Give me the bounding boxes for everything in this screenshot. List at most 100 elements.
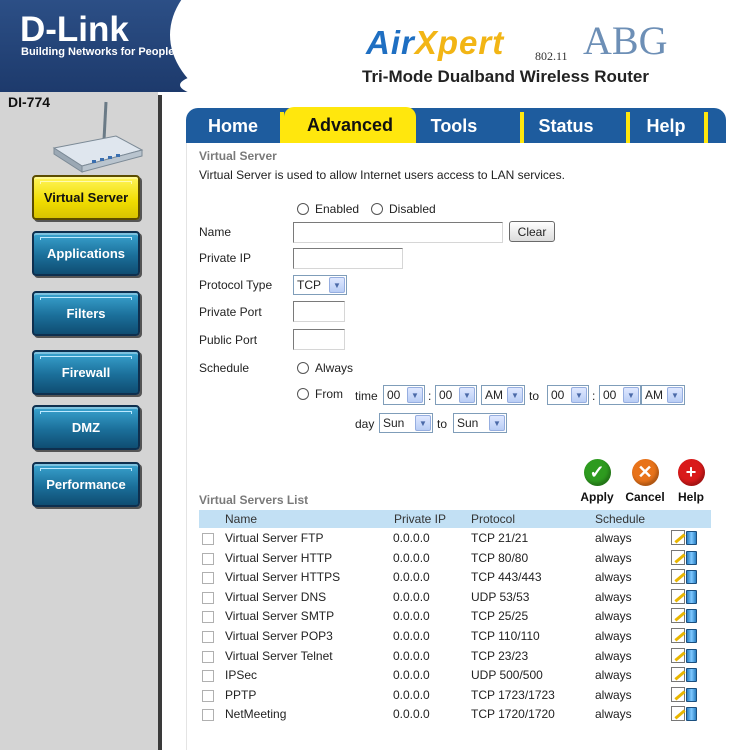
row-ip: 0.0.0.0 — [393, 648, 430, 663]
edit-icon[interactable] — [671, 569, 685, 585]
apply-label: Apply — [580, 490, 614, 504]
row-name: PPTP — [225, 687, 257, 702]
trash-icon[interactable] — [686, 570, 697, 585]
time-colon: : — [428, 389, 432, 403]
day-from-value: Sun — [383, 416, 405, 430]
protocol-type-select[interactable]: TCP ▼ — [293, 275, 347, 295]
trash-icon[interactable] — [686, 531, 697, 545]
to-minute-select[interactable]: 00 ▼ — [599, 385, 641, 405]
help-label: Help — [677, 490, 704, 504]
edit-icon[interactable] — [671, 549, 685, 565]
product-tagline: Tri-Mode Dualband Wireless Router — [362, 67, 649, 86]
row-protocol: TCP 110/110 — [471, 629, 540, 643]
row-actions — [671, 706, 699, 722]
row-protocol: TCP 443/443 — [471, 570, 542, 585]
tab-help[interactable]: Help — [630, 110, 702, 143]
edit-icon[interactable] — [671, 628, 685, 643]
tab-tools[interactable]: Tools — [416, 110, 492, 143]
abg-logo: ABG — [583, 18, 668, 63]
trash-icon[interactable] — [686, 687, 697, 702]
row-checkbox[interactable] — [202, 552, 214, 565]
row-ip: 0.0.0.0 — [393, 570, 430, 585]
from-minute-select[interactable]: 00 ▼ — [435, 385, 477, 405]
edit-icon[interactable] — [671, 588, 685, 604]
help-button[interactable]: + Help — [665, 459, 717, 504]
table-row: PPTP 0.0.0.0 TCP 1723/1723 always — [199, 686, 711, 706]
sidebar-item-firewall[interactable]: Firewall — [32, 350, 140, 395]
row-checkbox[interactable] — [202, 533, 214, 545]
tab-separator — [704, 112, 708, 143]
row-protocol: TCP 23/23 — [471, 648, 529, 663]
row-checkbox[interactable] — [202, 572, 214, 585]
row-ip: 0.0.0.0 — [393, 531, 430, 545]
protocol-type-label: Protocol Type — [199, 278, 273, 292]
sidebar-item-filters[interactable]: Filters — [32, 291, 140, 336]
day-from-select[interactable]: Sun ▼ — [379, 413, 433, 433]
row-checkbox[interactable] — [202, 650, 214, 663]
from-hour-select[interactable]: 00 ▼ — [383, 385, 425, 405]
list-header: Name Private IP Protocol Schedule — [199, 510, 711, 528]
sidebar-item-dmz[interactable]: DMZ — [32, 405, 140, 450]
schedule-always-radio[interactable] — [297, 362, 309, 374]
trash-icon[interactable] — [686, 589, 697, 604]
enabled-radio[interactable] — [297, 203, 309, 215]
sidebar-item-performance[interactable]: Performance — [32, 462, 140, 507]
edit-icon[interactable] — [671, 608, 685, 624]
main-tabs: Home Advanced Tools Status Help — [186, 107, 726, 143]
airxpert-logo: AirXpert — [366, 24, 504, 62]
row-checkbox[interactable] — [202, 670, 214, 683]
sidebar-item-applications[interactable]: Applications — [32, 231, 140, 276]
private-port-input[interactable] — [293, 301, 345, 322]
to-ampm-select[interactable]: AM ▼ — [641, 385, 685, 405]
edit-icon[interactable] — [671, 667, 685, 683]
tab-status[interactable]: Status — [524, 110, 608, 143]
row-checkbox[interactable] — [202, 709, 214, 722]
trash-icon[interactable] — [686, 550, 697, 565]
sidebar-item-virtual-server[interactable]: Virtual Server — [32, 175, 140, 220]
chevron-down-icon: ▼ — [407, 387, 423, 403]
name-input[interactable] — [293, 222, 503, 243]
trash-icon[interactable] — [686, 707, 697, 722]
table-row: Virtual Server DNS 0.0.0.0 UDP 53/53 alw… — [199, 588, 711, 608]
edit-icon[interactable] — [671, 530, 685, 545]
public-port-input[interactable] — [293, 329, 345, 350]
tab-home[interactable]: Home — [186, 110, 280, 143]
row-actions — [671, 569, 699, 585]
row-schedule: always — [595, 629, 632, 643]
name-label: Name — [199, 225, 232, 239]
to-hour-select[interactable]: 00 ▼ — [547, 385, 589, 405]
row-checkbox[interactable] — [202, 689, 214, 702]
cancel-button[interactable]: ✕ Cancel — [619, 459, 671, 504]
disabled-radio[interactable] — [371, 203, 383, 215]
row-ip: 0.0.0.0 — [393, 687, 430, 702]
row-schedule: always — [595, 707, 632, 722]
row-checkbox[interactable] — [202, 631, 214, 643]
schedule-label: Schedule — [199, 361, 250, 375]
trash-icon[interactable] — [686, 668, 697, 683]
day-to-select[interactable]: Sun ▼ — [453, 413, 507, 433]
row-ip: 0.0.0.0 — [393, 707, 430, 722]
edit-icon[interactable] — [671, 686, 685, 702]
row-ip: 0.0.0.0 — [393, 550, 430, 565]
row-protocol: TCP 1720/1720 — [471, 707, 555, 722]
table-row: NetMeeting 0.0.0.0 TCP 1720/1720 always — [199, 705, 711, 725]
schedule-from-radio[interactable] — [297, 388, 309, 400]
from-ampm-select[interactable]: AM ▼ — [481, 385, 525, 405]
enabled-label: Enabled — [315, 202, 360, 216]
sidebar-divider — [158, 95, 162, 750]
clear-button[interactable]: Clear — [509, 221, 555, 242]
schedule-from-label: From — [315, 387, 343, 401]
private-ip-input[interactable] — [293, 248, 403, 269]
tab-advanced[interactable]: Advanced — [284, 107, 416, 143]
apply-button[interactable]: ✓ Apply — [571, 459, 623, 504]
trash-icon[interactable] — [686, 648, 697, 663]
edit-icon[interactable] — [671, 647, 685, 663]
row-checkbox[interactable] — [202, 591, 214, 604]
trash-icon[interactable] — [686, 609, 697, 624]
edit-icon[interactable] — [671, 706, 685, 722]
trash-icon[interactable] — [686, 629, 697, 643]
protocol-type-value: TCP — [297, 278, 321, 292]
row-protocol: TCP 80/80 — [471, 550, 529, 565]
to-ampm-value: AM — [645, 388, 663, 402]
row-checkbox[interactable] — [202, 611, 214, 624]
